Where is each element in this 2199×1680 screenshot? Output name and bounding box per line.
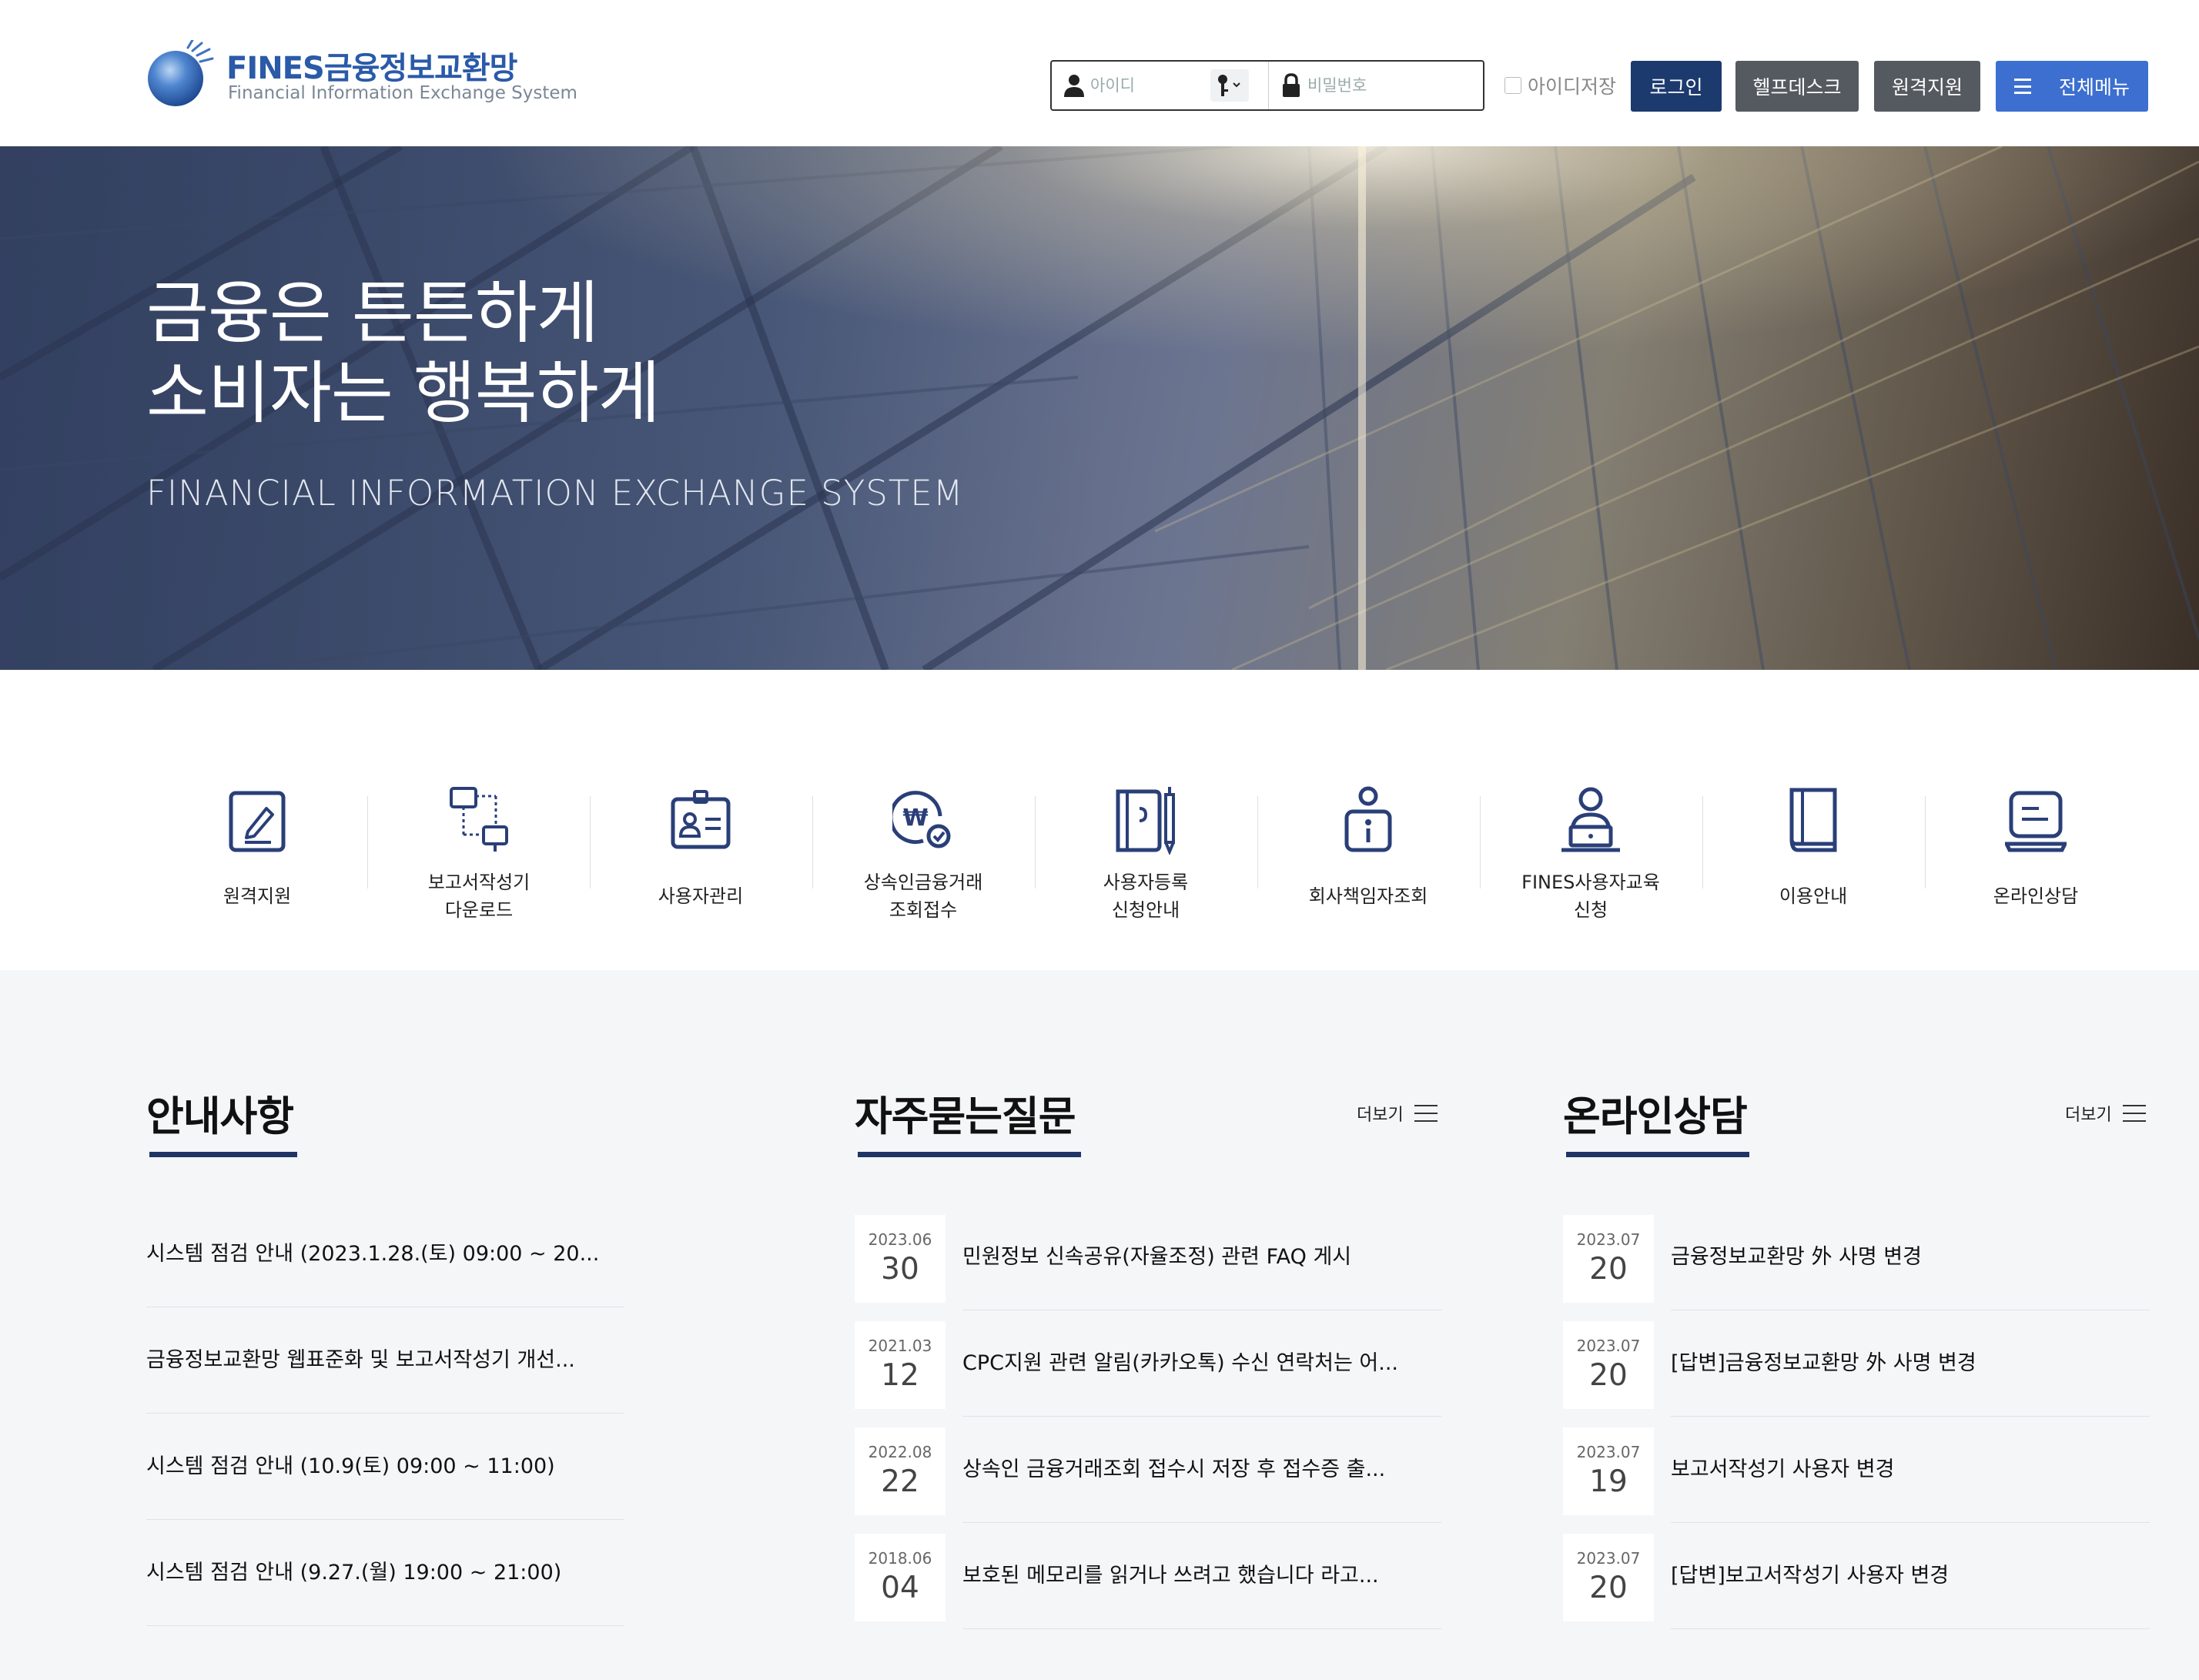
hamburger-icon xyxy=(2014,79,2031,94)
id-field-wrapper xyxy=(1052,62,1269,109)
login-button[interactable]: 로그인 xyxy=(1631,61,1722,112)
faq-more-link[interactable]: 더보기 xyxy=(1357,1101,1438,1126)
faq-board: 자주묻는질문 더보기 2023.06 30 민원정보 신속공유(자율조정) 관련 … xyxy=(855,1078,1441,1632)
password-input[interactable] xyxy=(1307,71,1469,100)
hero-banner: 금융은 튼튼하게 소비자는 행복하게 FINANCIAL INFORMATION… xyxy=(0,146,2199,670)
notice-board-title: 안내사항 xyxy=(146,1093,294,1140)
consult-item[interactable]: 2023.07 20 금융정보교환망 外 사명 변경 xyxy=(1563,1215,2150,1321)
date-badge: 2018.06 04 xyxy=(855,1534,946,1621)
quick-item-report-writer-download[interactable]: 보고서작성기 다운로드 xyxy=(368,785,590,939)
site-logo[interactable]: FINES금융정보교환망 Financial Information Excha… xyxy=(146,40,577,109)
id-input[interactable] xyxy=(1090,71,1206,100)
user-icon xyxy=(1064,75,1084,97)
quick-item-label: 보고서작성기 다운로드 xyxy=(427,872,531,921)
hero-line-1: 금융은 튼튼하게 xyxy=(146,273,599,353)
all-menu-button[interactable]: 전체메뉴 xyxy=(1996,61,2148,112)
title-underline xyxy=(858,1152,1081,1157)
quick-item-label: 사용자등록 신청안내 xyxy=(1103,872,1189,921)
consult-board: 온라인상담 더보기 2023.07 20 금융정보교환망 外 사명 변경 2023… xyxy=(1563,1078,2150,1632)
hero-line-2: 소비자는 행복하게 xyxy=(146,353,661,433)
logo-subtitle: Financial Information Exchange System xyxy=(228,83,577,103)
date-badge: 2023.07 20 xyxy=(1563,1321,1654,1409)
consult-item[interactable]: 2023.07 20 [답변]보고서작성기 사용자 변경 xyxy=(1563,1534,2150,1640)
quick-item-label: 사용자관리 xyxy=(658,885,744,907)
notice-item[interactable]: 시스템 점검 안내 (9.27.(월) 19:00 ~ 21:00) xyxy=(146,1520,624,1626)
lock-icon xyxy=(1283,73,1300,97)
faq-item[interactable]: 2021.03 12 CPC지원 관련 알림(카카오톡) 수신 연락처는 어... xyxy=(855,1321,1441,1427)
consult-board-title: 온라인상담 xyxy=(1563,1093,1748,1140)
quick-item-label: 원격지원 xyxy=(223,885,292,907)
notice-board: 안내사항 시스템 점검 안내 (2023.1.28.(토) 09:00 ~ 20… xyxy=(146,1078,624,1632)
quick-item-label: 상속인금융거래 조회접수 xyxy=(863,872,983,921)
date-badge: 2023.06 30 xyxy=(855,1215,946,1303)
user-laptop-icon xyxy=(1561,787,1620,852)
quick-item-label: 온라인상담 xyxy=(1993,885,2079,907)
faq-item[interactable]: 2022.08 22 상속인 금융거래조회 접수시 저장 후 접수증 출... xyxy=(855,1427,1441,1534)
date-badge: 2023.07 20 xyxy=(1563,1534,1654,1621)
globe-logo-icon xyxy=(148,40,214,106)
consult-item[interactable]: 2023.07 20 [답변]금융정보교환망 外 사명 변경 xyxy=(1563,1321,2150,1427)
quick-item-user-education[interactable]: FINES사용자교육 신청 xyxy=(1480,785,1702,939)
list-icon xyxy=(1414,1105,1438,1122)
svg-text:₩: ₩ xyxy=(902,805,928,832)
more-label: 더보기 xyxy=(1357,1106,1404,1125)
notice-item[interactable]: 금융정보교환망 웹표준화 및 보고서작성기 개선... xyxy=(146,1307,624,1414)
hero-headline: 금융은 튼튼하게 소비자는 행복하게 xyxy=(146,273,661,433)
quick-item-label: 회사책임자조회 xyxy=(1308,885,1428,907)
faq-board-title: 자주묻는질문 xyxy=(855,1093,1076,1140)
quick-item-user-management[interactable]: 사용자관리 xyxy=(590,785,812,939)
hero-subtitle: FINANCIAL INFORMATION EXCHANGE SYSTEM xyxy=(146,473,964,514)
won-search-icon: ₩ xyxy=(892,791,951,848)
notice-item[interactable]: 시스템 점검 안내 (2023.1.28.(토) 09:00 ~ 20... xyxy=(146,1201,624,1307)
consult-more-link[interactable]: 더보기 xyxy=(2065,1101,2146,1126)
faq-item[interactable]: 2023.06 30 민원정보 신속공유(자율조정) 관련 FAQ 게시 xyxy=(855,1215,1441,1321)
book-icon xyxy=(1789,788,1837,852)
notice-item[interactable]: 시스템 점검 안내 (10.9(토) 09:00 ~ 11:00) xyxy=(146,1414,624,1520)
save-id-label: 아이디저장 xyxy=(1528,75,1617,98)
date-badge: 2023.07 20 xyxy=(1563,1215,1654,1303)
quick-item-inheritance-inquiry[interactable]: ₩ 상속인금융거래 조회접수 xyxy=(812,785,1034,939)
quick-item-online-consult[interactable]: 온라인상담 xyxy=(1925,785,2147,939)
quick-menu: 원격지원 보고서작성기 다운로드 사용자관리 ₩ 상속인금융거래 조회접수 사용… xyxy=(0,670,2199,970)
login-form xyxy=(1050,60,1484,111)
monitor-network-icon xyxy=(450,787,508,852)
person-info-icon xyxy=(1344,786,1392,852)
pen-edit-icon xyxy=(229,791,286,852)
key-icon xyxy=(1218,75,1240,96)
quick-item-user-registration[interactable]: 사용자등록 신청안내 xyxy=(1035,785,1257,939)
date-badge: 2023.07 19 xyxy=(1563,1427,1654,1515)
quick-item-label: 이용안내 xyxy=(1779,885,1848,907)
save-id-checkbox[interactable]: 아이디저장 xyxy=(1504,72,1616,99)
id-card-icon xyxy=(671,790,731,849)
site-header: FINES금융정보교환망 Financial Information Excha… xyxy=(0,0,2199,146)
date-badge: 2021.03 12 xyxy=(855,1321,946,1409)
cert-key-button[interactable] xyxy=(1210,69,1249,102)
consult-item[interactable]: 2023.07 19 보고서작성기 사용자 변경 xyxy=(1563,1427,2150,1534)
logo-title: FINES금융정보교환망 xyxy=(226,51,517,86)
title-underline xyxy=(149,1152,297,1157)
title-underline xyxy=(1566,1152,1749,1157)
faq-item[interactable]: 2018.06 04 보호된 메모리를 읽거나 쓰려고 했습니다 라고... xyxy=(855,1534,1441,1640)
quick-item-label: FINES사용자교육 신청 xyxy=(1521,872,1660,921)
chat-laptop-icon xyxy=(2005,791,2067,852)
quick-item-officer-inquiry[interactable]: 회사책임자조회 xyxy=(1257,785,1479,939)
notebook-pen-icon xyxy=(1116,787,1175,855)
list-icon xyxy=(2122,1105,2146,1122)
quick-item-remote-support[interactable]: 원격지원 xyxy=(146,785,368,939)
pw-field-wrapper xyxy=(1269,62,1483,109)
helpdesk-button[interactable]: 헬프데스크 xyxy=(1735,61,1859,112)
remote-support-button[interactable]: 원격지원 xyxy=(1874,61,1980,112)
more-label: 더보기 xyxy=(2065,1106,2112,1125)
quick-item-usage-guide[interactable]: 이용안내 xyxy=(1702,785,1924,939)
date-badge: 2022.08 22 xyxy=(855,1427,946,1515)
all-menu-label: 전체메뉴 xyxy=(2059,76,2130,99)
checkbox-box[interactable] xyxy=(1504,77,1521,94)
